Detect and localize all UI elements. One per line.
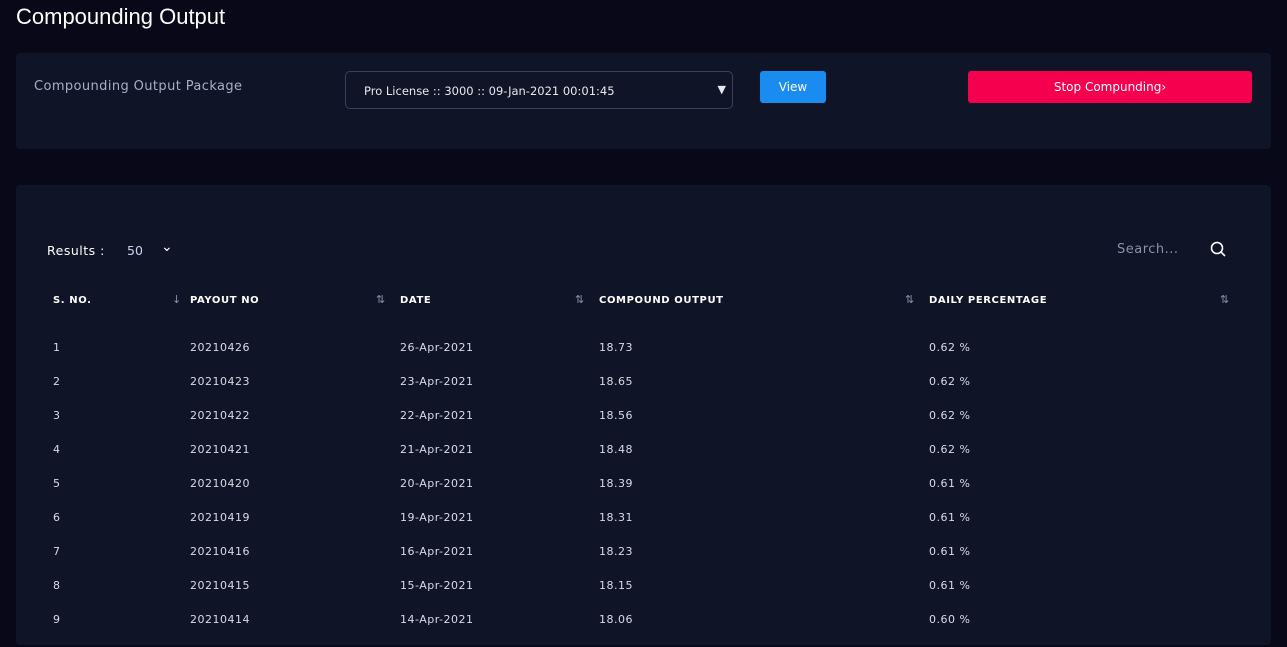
cell-payout-no: 20210414 (190, 613, 250, 626)
cell-date: 15-Apr-2021 (400, 579, 474, 592)
table-row: 2 20210423 23-Apr-2021 18.65 0.62 % (16, 375, 1271, 409)
cell-date: 21-Apr-2021 (400, 443, 474, 456)
page-title: Compounding Output (16, 4, 226, 29)
search-placeholder: Search... (1117, 242, 1179, 257)
results-label: Results : (47, 243, 105, 258)
sort-desc-icon[interactable]: ↓ (172, 293, 181, 306)
cell-sno: 3 (53, 409, 61, 422)
sort-icon[interactable]: ⇅ (575, 293, 584, 306)
cell-payout-no: 20210415 (190, 579, 250, 592)
cell-payout-no: 20210420 (190, 477, 250, 490)
cell-date: 23-Apr-2021 (400, 375, 474, 388)
table-row: 7 20210416 16-Apr-2021 18.23 0.61 % (16, 545, 1271, 579)
column-header-sno[interactable]: S. NO. (53, 295, 92, 306)
table-row: 3 20210422 22-Apr-2021 18.56 0.62 % (16, 409, 1271, 443)
cell-payout-no: 20210423 (190, 375, 250, 388)
cell-daily-percentage: 0.61 % (929, 545, 971, 558)
package-select-value: Pro License :: 3000 :: 09-Jan-2021 00:01… (364, 84, 615, 98)
search-input[interactable]: Search... (1091, 233, 1246, 267)
column-header-compound-output[interactable]: COMPOUND OUTPUT (599, 295, 724, 306)
cell-sno: 1 (53, 341, 61, 354)
cell-sno: 2 (53, 375, 61, 388)
cell-date: 19-Apr-2021 (400, 511, 474, 524)
chevron-down-icon[interactable]: ⌄ (161, 239, 173, 255)
cell-compound-output: 18.65 (599, 375, 633, 388)
view-button[interactable]: View (760, 71, 826, 103)
cell-daily-percentage: 0.61 % (929, 511, 971, 524)
cell-compound-output: 18.06 (599, 613, 633, 626)
package-select[interactable]: Pro License :: 3000 :: 09-Jan-2021 00:01… (345, 71, 733, 109)
cell-compound-output: 18.15 (599, 579, 633, 592)
cell-date: 26-Apr-2021 (400, 341, 474, 354)
cell-compound-output: 18.39 (599, 477, 633, 490)
cell-compound-output: 18.23 (599, 545, 633, 558)
cell-daily-percentage: 0.62 % (929, 375, 971, 388)
cell-sno: 5 (53, 477, 61, 490)
cell-compound-output: 18.31 (599, 511, 633, 524)
sort-icon[interactable]: ⇅ (1220, 293, 1229, 306)
column-header-payout-no[interactable]: PAYOUT NO (190, 295, 259, 306)
cell-daily-percentage: 0.62 % (929, 443, 971, 456)
cell-payout-no: 20210421 (190, 443, 250, 456)
cell-sno: 6 (53, 511, 61, 524)
cell-daily-percentage: 0.60 % (929, 613, 971, 626)
results-per-page-select[interactable]: 50 (127, 243, 143, 258)
stop-compounding-button[interactable]: Stop Compunding› (968, 71, 1252, 103)
cell-date: 16-Apr-2021 (400, 545, 474, 558)
chevron-down-icon: ▼ (717, 83, 726, 96)
package-card: Compounding Output Package Pro License :… (16, 53, 1271, 149)
cell-payout-no: 20210416 (190, 545, 250, 558)
cell-payout-no: 20210426 (190, 341, 250, 354)
sort-icon[interactable]: ⇅ (905, 293, 914, 306)
cell-date: 22-Apr-2021 (400, 409, 474, 422)
column-header-daily-percentage[interactable]: DAILY PERCENTAGE (929, 295, 1047, 306)
column-header-date[interactable]: DATE (400, 295, 431, 306)
table-row: 1 20210426 26-Apr-2021 18.73 0.62 % (16, 341, 1271, 375)
cell-payout-no: 20210419 (190, 511, 250, 524)
cell-compound-output: 18.56 (599, 409, 633, 422)
table-row: 8 20210415 15-Apr-2021 18.15 0.61 % (16, 579, 1271, 613)
cell-daily-percentage: 0.62 % (929, 409, 971, 422)
package-label: Compounding Output Package (34, 79, 243, 94)
cell-compound-output: 18.73 (599, 341, 633, 354)
table-row: 5 20210420 20-Apr-2021 18.39 0.61 % (16, 477, 1271, 511)
cell-date: 14-Apr-2021 (400, 613, 474, 626)
cell-daily-percentage: 0.61 % (929, 579, 971, 592)
cell-payout-no: 20210422 (190, 409, 250, 422)
cell-date: 20-Apr-2021 (400, 477, 474, 490)
cell-sno: 7 (53, 545, 61, 558)
search-icon[interactable] (1210, 241, 1226, 257)
sort-icon[interactable]: ⇅ (376, 293, 385, 306)
results-card: Results : 50 ⌄ Search... S. NO. ↓ PAYOUT… (16, 185, 1271, 645)
cell-sno: 8 (53, 579, 61, 592)
table-row: 9 20210414 14-Apr-2021 18.06 0.60 % (16, 613, 1271, 647)
table-row: 6 20210419 19-Apr-2021 18.31 0.61 % (16, 511, 1271, 545)
cell-daily-percentage: 0.62 % (929, 341, 971, 354)
table-row: 4 20210421 21-Apr-2021 18.48 0.62 % (16, 443, 1271, 477)
cell-daily-percentage: 0.61 % (929, 477, 971, 490)
cell-compound-output: 18.48 (599, 443, 633, 456)
cell-sno: 4 (53, 443, 61, 456)
cell-sno: 9 (53, 613, 61, 626)
